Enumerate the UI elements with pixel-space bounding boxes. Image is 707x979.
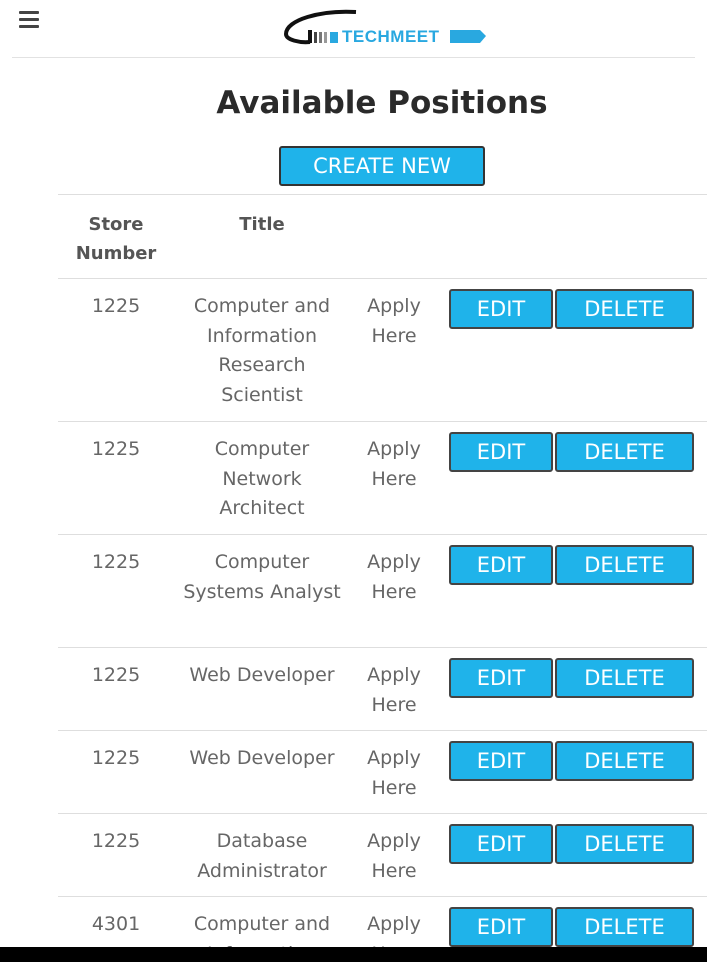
edit-button[interactable]: EDIT (449, 741, 553, 781)
column-header-title: Title (239, 214, 285, 235)
delete-button[interactable]: DELETE (555, 907, 694, 947)
table-row: 4301 Computer and Information Apply Here… (58, 897, 707, 979)
store-number: 1225 (91, 830, 141, 852)
edit-button[interactable]: EDIT (449, 289, 553, 329)
edit-button[interactable]: EDIT (449, 545, 553, 585)
apply-link[interactable]: Apply Here (354, 292, 434, 351)
table-row: 1225 Web Developer Apply Here EDIT DELET… (58, 731, 707, 814)
create-new-button[interactable]: CREATE NEW (279, 146, 485, 186)
column-header-store-number: Store Number (75, 214, 157, 264)
positions-table: Store Number Title 1225 Computer and Inf… (58, 194, 707, 979)
position-title: Computer Network Architect (214, 438, 310, 519)
bottom-bar (0, 947, 707, 962)
position-title: Database Administrator (197, 830, 327, 882)
store-number: 1225 (91, 295, 141, 317)
delete-button[interactable]: DELETE (555, 741, 694, 781)
position-title: Computer Systems Analyst (183, 551, 341, 603)
store-number: 1225 (91, 551, 141, 573)
store-number: 1225 (91, 747, 141, 769)
position-title: Web Developer (189, 664, 335, 686)
table-header: Store Number Title (58, 194, 707, 279)
store-number: 1225 (91, 664, 141, 686)
apply-link[interactable]: Apply Here (354, 548, 434, 607)
header-divider (12, 57, 695, 58)
table-row: 1225 Computer Network Architect Apply He… (58, 422, 707, 535)
store-number: 1225 (91, 438, 141, 460)
position-title: Web Developer (189, 747, 335, 769)
delete-button[interactable]: DELETE (555, 432, 694, 472)
logo-text: TECHMEET (342, 27, 440, 46)
edit-button[interactable]: EDIT (449, 658, 553, 698)
page-title: Available Positions (216, 85, 548, 121)
table-row: 1225 Computer and Information Research S… (58, 279, 707, 422)
delete-button[interactable]: DELETE (555, 824, 694, 864)
edit-button[interactable]: EDIT (449, 824, 553, 864)
delete-button[interactable]: DELETE (555, 658, 694, 698)
apply-link[interactable]: Apply Here (354, 744, 434, 803)
store-number: 4301 (91, 913, 141, 935)
edit-button[interactable]: EDIT (449, 432, 553, 472)
apply-link[interactable]: Apply Here (354, 435, 434, 494)
edit-button[interactable]: EDIT (449, 907, 553, 947)
techmeet-logo[interactable]: TECHMEET (280, 8, 490, 52)
delete-button[interactable]: DELETE (555, 289, 694, 329)
table-row: 1225 Database Administrator Apply Here E… (58, 814, 707, 897)
position-title: Computer and Information Research Scient… (193, 295, 331, 406)
apply-link[interactable]: Apply Here (354, 661, 434, 720)
hamburger-menu-icon[interactable] (19, 11, 39, 28)
table-row: 1225 Computer Systems Analyst Apply Here… (58, 535, 707, 648)
table-row: 1225 Web Developer Apply Here EDIT DELET… (58, 648, 707, 731)
apply-link[interactable]: Apply Here (354, 827, 434, 886)
delete-button[interactable]: DELETE (555, 545, 694, 585)
